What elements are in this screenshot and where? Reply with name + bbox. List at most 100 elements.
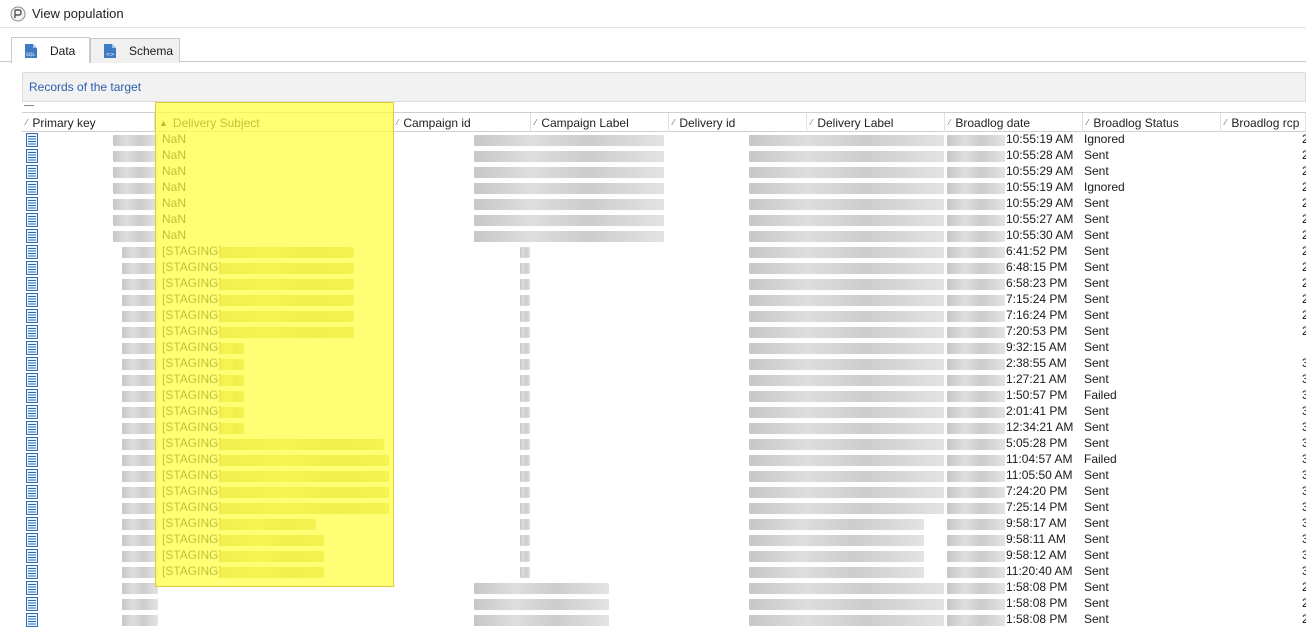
table-row[interactable]: [STAGING] 5:05:28 PM Sent 3 [22, 436, 1306, 452]
table-row[interactable]: 1:58:08 PM Sent 2 [22, 612, 1306, 628]
table-row[interactable]: [STAGING] 11:04:57 AM Failed 3 [22, 452, 1306, 468]
record-icon [26, 341, 38, 355]
campaign-cell-redacted [474, 599, 609, 610]
column-header-delivery-id[interactable]: ⁄ Delivery id [669, 113, 807, 132]
table-row[interactable]: [STAGING] 9:58:17 AM Sent 3 [22, 516, 1306, 532]
broadlog-status-cell: Ignored [1084, 132, 1125, 146]
broadlog-rcp-cell: 2 [1302, 612, 1306, 626]
delivery-subject-redacted [219, 247, 354, 258]
campaign-cell-redacted [474, 135, 664, 146]
broadlog-rcp-cell: 3 [1302, 548, 1306, 562]
table-row[interactable]: [STAGING] 12:34:21 AM Sent 3 [22, 420, 1306, 436]
record-icon [26, 165, 38, 179]
table-row[interactable]: NaN 10:55:19 AM Ignored 2 [22, 132, 1306, 148]
delivery-subject-cell [162, 612, 252, 628]
primary-key-cell-redacted [122, 567, 158, 578]
table-row[interactable]: [STAGING] 6:58:23 PM Sent 2 [22, 276, 1306, 292]
delivery-cell-redacted [749, 599, 944, 610]
tab-schema[interactable]: <> Schema [90, 38, 180, 63]
primary-key-cell-redacted [122, 519, 158, 530]
primary-key-cell-redacted [122, 263, 158, 274]
column-header-primary-key[interactable]: ⁄ Primary key [22, 113, 155, 132]
column-header-broadlog-rcp[interactable]: ⁄ Broadlog rcp [1221, 113, 1306, 132]
delivery-cell-redacted [749, 311, 944, 322]
broadlog-status-cell: Sent [1084, 468, 1109, 482]
broadlog-time-cell: 1:50:57 PM [1006, 388, 1068, 402]
table-row[interactable]: [STAGING] 9:58:12 AM Sent 3 [22, 548, 1306, 564]
record-icon [26, 261, 38, 275]
broadlog-status-cell: Sent [1084, 340, 1109, 354]
broadlog-rcp-cell: 3 [1302, 532, 1306, 546]
column-header-label: Broadlog rcp [1231, 115, 1300, 130]
delivery-subject-redacted [219, 471, 389, 482]
sql-file-icon: SQL [25, 43, 37, 58]
table-row[interactable]: [STAGING] 7:20:53 PM Sent 2 [22, 324, 1306, 340]
delivery-subject-redacted [219, 263, 354, 274]
grid-header: ⁄ Primary key ▲ Delivery Subject ⁄ Campa… [22, 112, 1306, 132]
broadlog-status-cell: Sent [1084, 148, 1109, 162]
column-header-delivery-subject[interactable]: ▲ Delivery Subject [155, 113, 393, 132]
broadlog-time-cell: 2:38:55 AM [1006, 356, 1067, 370]
record-icon [26, 421, 38, 435]
table-row[interactable]: [STAGING] 7:15:24 PM Sent 2 [22, 292, 1306, 308]
table-row[interactable]: [STAGING] 2:01:41 PM Sent 3 [22, 404, 1306, 420]
delivery-cell-redacted [749, 487, 944, 498]
column-header-campaign-id[interactable]: ⁄ Campaign id [393, 113, 531, 132]
column-header-campaign-label[interactable]: ⁄ Campaign Label [531, 113, 669, 132]
column-header-label: Broadlog Status [1093, 115, 1179, 130]
broadlog-rcp-cell: 2 [1302, 292, 1306, 306]
table-row[interactable]: NaN 10:55:29 AM Sent 2 [22, 196, 1306, 212]
table-row[interactable]: 1:58:08 PM Sent 2 [22, 580, 1306, 596]
broadlog-date-redacted [947, 407, 1005, 418]
table-row[interactable]: [STAGING] 9:58:11 AM Sent 3 [22, 532, 1306, 548]
broadlog-time-cell: 1:58:08 PM [1006, 596, 1068, 610]
broadlog-date-redacted [947, 295, 1005, 306]
broadlog-rcp-cell: 2 [1302, 132, 1306, 146]
table-row[interactable]: [STAGING] 6:41:52 PM Sent 2 [22, 244, 1306, 260]
table-row[interactable]: [STAGING] 7:25:14 PM Sent 3 [22, 500, 1306, 516]
broadlog-status-cell: Sent [1084, 420, 1109, 434]
broadlog-date-redacted [947, 279, 1005, 290]
sort-indicator-icon: ⁄ [26, 118, 28, 127]
schema-file-icon: <> [104, 44, 116, 58]
table-row[interactable]: [STAGING] 2:38:55 AM Sent 3 [22, 356, 1306, 372]
table-row[interactable]: [STAGING] 9:32:15 AM Sent [22, 340, 1306, 356]
table-row[interactable]: 1:58:08 PM Sent 2 [22, 596, 1306, 612]
broadlog-rcp-cell: 2 [1302, 276, 1306, 290]
table-row[interactable]: [STAGING] 11:20:40 AM Sent 3 [22, 564, 1306, 580]
table-row[interactable]: [STAGING] 6:48:15 PM Sent 2 [22, 260, 1306, 276]
record-icon [26, 293, 38, 307]
delivery-cell-redacted [749, 407, 944, 418]
broadlog-date-redacted [947, 503, 1005, 514]
table-row[interactable]: NaN 10:55:30 AM Sent 2 [22, 228, 1306, 244]
broadlog-rcp-cell: 3 [1302, 564, 1306, 578]
table-row[interactable]: NaN 10:55:28 AM Sent 2 [22, 148, 1306, 164]
collapse-handle[interactable] [24, 105, 34, 106]
delivery-cell-redacted [749, 567, 924, 578]
column-header-broadlog-date[interactable]: ⁄ Broadlog date [945, 113, 1083, 132]
tab-data[interactable]: SQL Data [11, 37, 90, 63]
broadlog-status-cell: Ignored [1084, 180, 1125, 194]
campaign-cell-redacted [520, 439, 530, 450]
campaign-cell-redacted [474, 151, 664, 162]
table-row[interactable]: NaN 10:55:19 AM Ignored 2 [22, 180, 1306, 196]
broadlog-rcp-cell: 2 [1302, 308, 1306, 322]
column-header-delivery-label[interactable]: ⁄ Delivery Label [807, 113, 945, 132]
table-row[interactable]: [STAGING] 7:16:24 PM Sent 2 [22, 308, 1306, 324]
column-header-broadlog-status[interactable]: ⁄ Broadlog Status [1083, 113, 1221, 132]
broadlog-date-redacted [947, 199, 1005, 210]
broadlog-date-redacted [947, 599, 1005, 610]
table-row[interactable]: [STAGING] 7:24:20 PM Sent 3 [22, 484, 1306, 500]
table-row[interactable]: [STAGING] 1:50:57 PM Failed 3 [22, 388, 1306, 404]
table-row[interactable]: [STAGING] 1:27:21 AM Sent 3 [22, 372, 1306, 388]
table-row[interactable]: [STAGING] 11:05:50 AM Sent 3 [22, 468, 1306, 484]
record-icon [26, 581, 38, 595]
broadlog-time-cell: 1:58:08 PM [1006, 580, 1068, 594]
table-row[interactable]: NaN 10:55:27 AM Sent 2 [22, 212, 1306, 228]
delivery-cell-redacted [749, 471, 944, 482]
broadlog-date-redacted [947, 231, 1005, 242]
table-row[interactable]: NaN 10:55:29 AM Sent 2 [22, 164, 1306, 180]
record-icon [26, 517, 38, 531]
record-icon [26, 549, 38, 563]
delivery-cell-redacted [749, 423, 944, 434]
